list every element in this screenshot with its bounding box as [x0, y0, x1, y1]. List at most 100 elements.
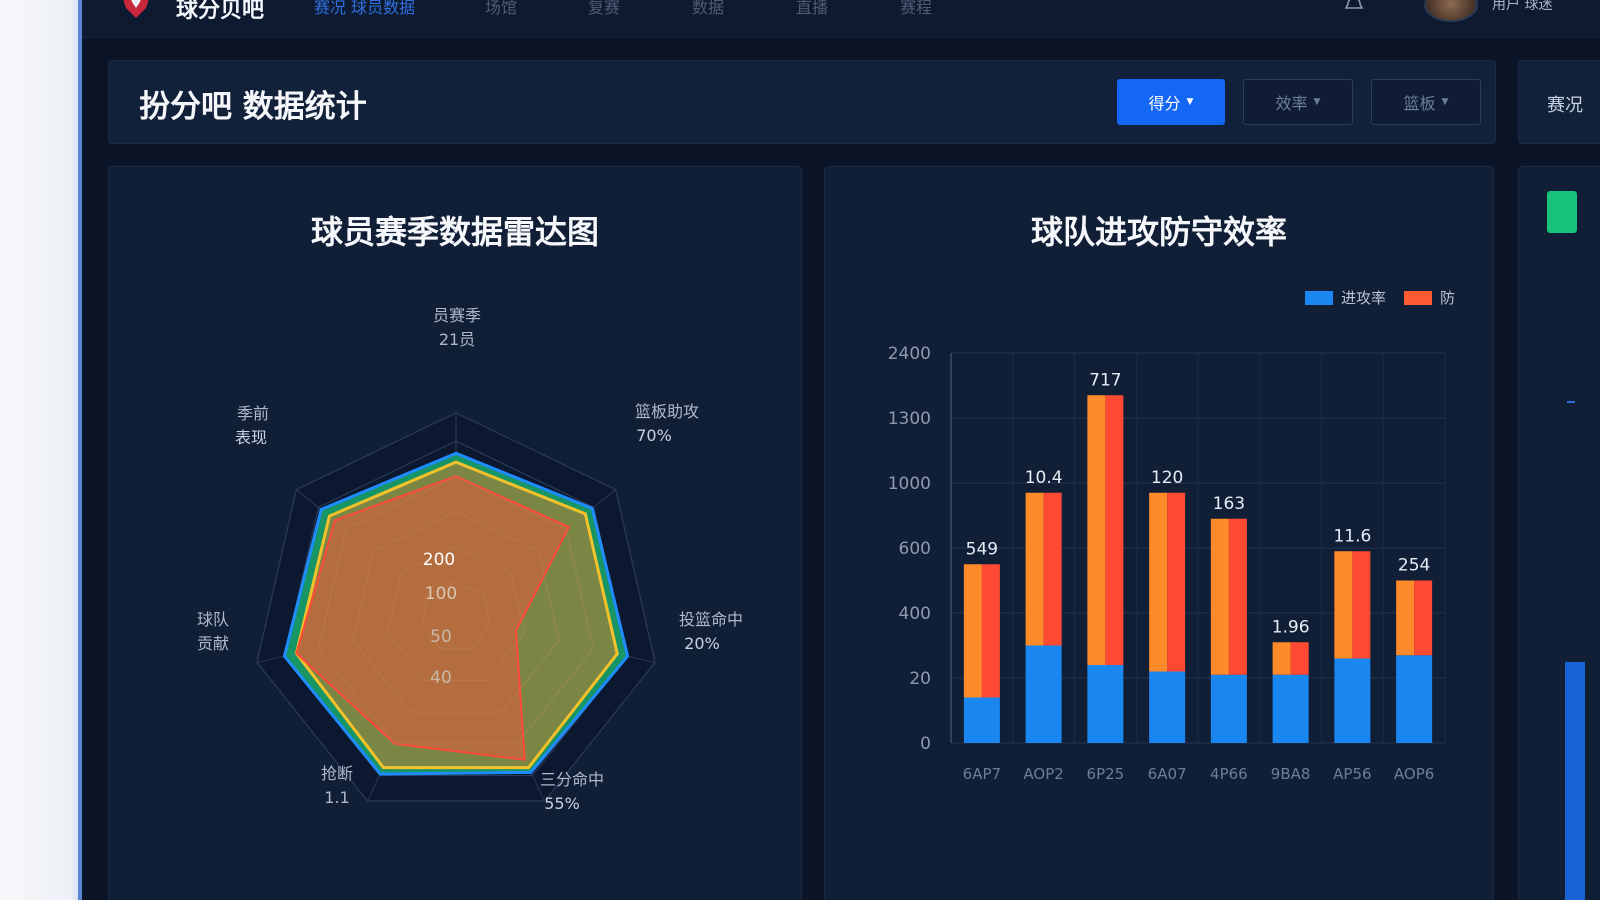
- x-tick-label: 4P66: [1210, 765, 1248, 783]
- bar-defense-right[interactable]: [1414, 580, 1433, 656]
- radar-panel-title: 球员赛季数据雷达图: [310, 213, 599, 251]
- radar-axis-name: 抢断: [321, 764, 353, 783]
- radar-axis-name: 篮板助攻: [635, 402, 699, 421]
- user-name[interactable]: 用户 球迷: [1492, 0, 1552, 14]
- radar-axis-value: 70%: [636, 426, 672, 445]
- nav-item-data[interactable]: 数据: [692, 0, 724, 18]
- ring-label: 200: [423, 550, 455, 570]
- bar-offense[interactable]: [1396, 655, 1433, 743]
- filter-button-points[interactable]: 得分 ▼: [1117, 79, 1225, 125]
- bar-value-label: 717: [1089, 370, 1121, 390]
- x-tick-label: 6A07: [1148, 765, 1187, 783]
- bar-defense-right[interactable]: [1105, 395, 1124, 665]
- filter-button-efficiency[interactable]: 效率 ▼: [1243, 79, 1353, 125]
- radar-axis-name: 球队: [197, 610, 229, 629]
- user-avatar[interactable]: [1424, 0, 1478, 22]
- chart-legend: 进攻率 防: [1295, 287, 1455, 308]
- legend-label-offense: 进攻率: [1340, 289, 1386, 307]
- radar-axis-name: 季前: [237, 404, 269, 423]
- y-tick-label: 2400: [888, 344, 931, 364]
- radar-axis-value: 贡献: [197, 634, 229, 653]
- bar-value-label: 10.4: [1025, 468, 1063, 488]
- bar-defense-right[interactable]: [1228, 518, 1247, 675]
- brand-name[interactable]: 球分贝吧: [176, 0, 264, 24]
- x-tick-label: 6AP7: [963, 765, 1001, 783]
- bar-chart: 0 20 400 600 1000 1300 2400 549 6AP7 10.4 AOP2 717 6…: [888, 344, 1446, 783]
- bar-offense[interactable]: [1272, 674, 1309, 743]
- radar-axis-value: 1.1: [324, 788, 349, 807]
- bar-defense-right[interactable]: [1167, 492, 1186, 672]
- bar-defense-left[interactable]: [1149, 492, 1168, 672]
- bar-offense[interactable]: [1149, 671, 1186, 744]
- y-tick-label: 1000: [888, 474, 931, 494]
- radar-axis-name: 员赛季: [433, 306, 481, 325]
- nav-item-schedule[interactable]: 赛程: [900, 0, 932, 18]
- bar-panel: 球队进攻防守效率 进攻率 防 0 20 400 600 1000 1300 2400 549 6…: [824, 166, 1494, 900]
- shield-logo-icon: [123, 0, 149, 18]
- side-chart-bar: [1565, 662, 1585, 900]
- radar-chart: 200 100 50 40 员赛季 21员 篮板助攻 70% 投篮命中 20% …: [197, 306, 743, 813]
- ring-label: 40: [430, 668, 452, 688]
- y-tick-label: 400: [899, 604, 931, 624]
- nav-item-live[interactable]: 直播: [796, 0, 828, 18]
- bar-defense-right[interactable]: [981, 564, 1000, 698]
- bar-value-label: 1.96: [1272, 617, 1310, 637]
- bar-defense-right[interactable]: [1352, 551, 1371, 659]
- radar-panel: 球员赛季数据雷达图 200 100 50 40 员赛季 21员 篮板助攻 70%…: [108, 166, 802, 900]
- bar-offense[interactable]: [1210, 674, 1247, 743]
- bar-value-label: 549: [966, 539, 998, 559]
- bar-value-label: 11.6: [1333, 526, 1371, 546]
- caret-down-icon: ▼: [1313, 97, 1321, 107]
- bar-offense[interactable]: [1334, 658, 1371, 744]
- bar-defense-left[interactable]: [1087, 395, 1106, 665]
- background-window-edge: [0, 0, 78, 900]
- x-tick-label: AP56: [1333, 765, 1371, 783]
- bar-defense-left[interactable]: [963, 564, 982, 698]
- filter-button-efficiency-label: 效率: [1275, 94, 1308, 113]
- filter-button-rebounds[interactable]: 篮板 ▼: [1371, 79, 1481, 125]
- radar-axis-value: 20%: [684, 634, 720, 653]
- x-tick-label: AOP2: [1023, 765, 1063, 783]
- page-title: 扮分吧 数据统计: [139, 89, 367, 125]
- bell-icon[interactable]: [1344, 0, 1364, 12]
- side-header-card: 赛况: [1518, 60, 1600, 144]
- y-tick-label: 600: [899, 539, 931, 559]
- page-header: 扮分吧 数据统计 得分 ▼ 效率 ▼ 篮板 ▼: [108, 60, 1496, 144]
- radar-axis-value: 55%: [544, 794, 580, 813]
- side-status-indicator: [1547, 191, 1577, 233]
- legend-label-defense: 防: [1439, 289, 1455, 307]
- y-tick-label: 20: [909, 669, 931, 689]
- radar-axis-value: 21员: [439, 330, 475, 349]
- bar-defense-right[interactable]: [1043, 492, 1062, 646]
- filter-button-rebounds-label: 篮板: [1403, 94, 1436, 113]
- legend-item-defense[interactable]: 防: [1403, 287, 1455, 308]
- side-header-label[interactable]: 赛况: [1547, 91, 1583, 117]
- bar-defense-left[interactable]: [1272, 642, 1291, 675]
- legend-swatch-blue: [1304, 290, 1333, 305]
- nav-item-venue[interactable]: 场馆: [485, 0, 517, 18]
- x-tick-label: AOP6: [1394, 765, 1434, 783]
- bar-offense[interactable]: [1087, 665, 1124, 743]
- side-panel: [1518, 166, 1600, 900]
- bar-offense[interactable]: [1025, 645, 1062, 744]
- bar-offense[interactable]: [963, 697, 1000, 744]
- ring-label: 50: [430, 627, 452, 647]
- bar-value-label: 163: [1213, 494, 1245, 514]
- bar-value-label: 120: [1151, 468, 1183, 488]
- nav-item-playoffs[interactable]: 复赛: [588, 0, 620, 18]
- bar-defense-left[interactable]: [1210, 518, 1229, 675]
- nav-item-active[interactable]: 赛况 球员数据: [314, 0, 415, 18]
- legend-swatch-red: [1403, 290, 1432, 305]
- y-tick-label: 0: [920, 734, 931, 754]
- radar-axis-value: 表现: [235, 428, 267, 447]
- bar-defense-left[interactable]: [1334, 551, 1353, 659]
- caret-down-icon: ▼: [1441, 97, 1449, 107]
- bar-defense-left[interactable]: [1025, 492, 1044, 646]
- radar-axis-name: 投篮命中: [679, 610, 743, 629]
- legend-item-offense[interactable]: 进攻率: [1304, 287, 1386, 308]
- bar-defense-left[interactable]: [1396, 580, 1415, 656]
- top-navigation-bar: 球分贝吧 赛况 球员数据 场馆 复赛 数据 直播 赛程 用户 球迷: [82, 0, 1600, 38]
- bar-defense-right[interactable]: [1290, 642, 1309, 675]
- x-tick-label: 9BA8: [1271, 765, 1311, 783]
- radar-axis-name: 三分命中: [540, 770, 604, 789]
